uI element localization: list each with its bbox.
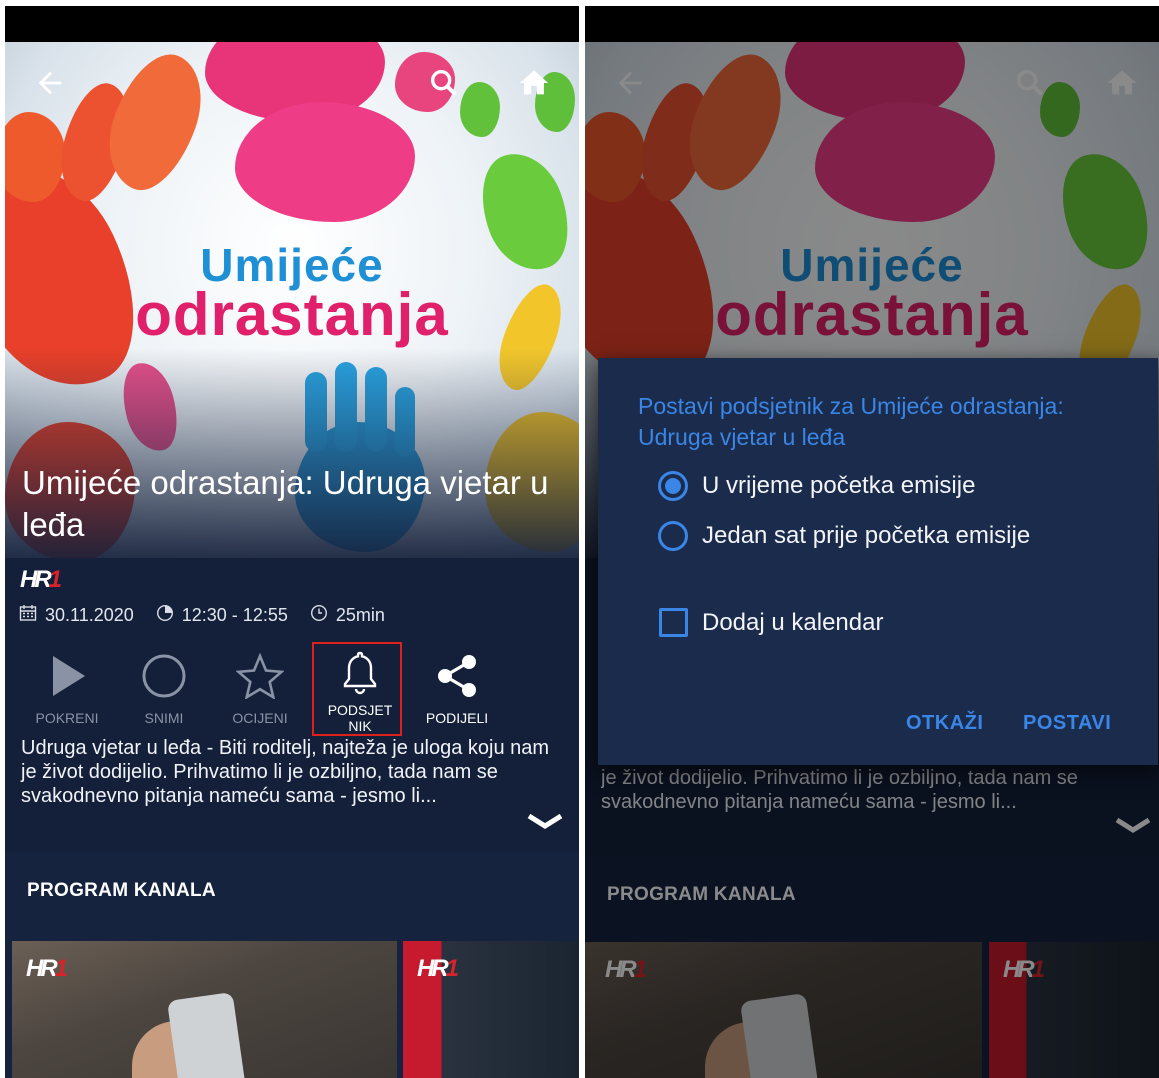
search-icon[interactable] xyxy=(427,66,461,100)
broadcast-meta: 30.11.2020 12:30 - 12:55 25min xyxy=(19,604,385,627)
record-button[interactable]: SNIMI xyxy=(118,646,210,726)
show-detail-screen-with-dialog: Umijeće odrastanja Udruga vjetar u leđa … xyxy=(585,6,1159,1078)
program-thumbnail[interactable]: HR1 xyxy=(12,941,397,1078)
dialog-title: Postavi podsjetnik za Umijeće odrastanja… xyxy=(638,393,1064,450)
star-icon xyxy=(214,646,306,706)
chevron-down-icon[interactable] xyxy=(525,812,565,832)
option-at-start-label: U vrijeme početka emisije xyxy=(702,472,976,499)
broadcast-time: 12:30 - 12:55 xyxy=(181,605,288,625)
reminder-highlight-box xyxy=(312,642,402,736)
option-at-start[interactable]: U vrijeme početka emisije xyxy=(658,471,975,501)
cancel-button[interactable]: OTKAŽI xyxy=(906,712,983,735)
program-thumbnail[interactable]: HR1 xyxy=(403,941,579,1078)
option-hour-before-label: Jedan sat prije početka emisije xyxy=(702,522,1031,549)
show-detail-screen: Umijeće odrastanja Umijeće odrastanja: U… xyxy=(5,6,579,1078)
record-circle-icon xyxy=(118,646,210,706)
back-arrow-icon[interactable] xyxy=(33,66,67,100)
set-reminder-button[interactable]: POSTAVI xyxy=(1023,712,1111,735)
channel-logo: HR1 xyxy=(26,955,68,982)
status-bar xyxy=(5,6,579,42)
time-pie-icon xyxy=(156,604,174,627)
play-icon xyxy=(21,646,113,706)
rate-button[interactable]: OCIJENI xyxy=(214,646,306,726)
share-icon xyxy=(411,646,503,706)
add-to-calendar-label: Dodaj u kalendar xyxy=(702,608,884,636)
clock-icon xyxy=(310,604,328,627)
broadcast-date: 30.11.2020 xyxy=(45,605,134,625)
channel-program-section: PROGRAM KANALA HR1 HR1 xyxy=(5,852,579,1078)
add-to-calendar-option[interactable]: Dodaj u kalendar xyxy=(659,608,883,637)
section-title: PROGRAM KANALA xyxy=(27,880,216,901)
show-description: Udruga vjetar u leđa - Biti roditelj, na… xyxy=(21,737,550,807)
hero-title-line2: odrastanja xyxy=(135,281,449,348)
radio-unselected[interactable] xyxy=(658,521,688,551)
action-bar: POKRENI SNIMI OCIJENI PODSJET NIK PODIJEL… xyxy=(19,646,575,734)
radio-selected[interactable] xyxy=(658,471,688,501)
calendar-icon xyxy=(19,604,37,627)
show-title: Umijeće odrastanja: Udruga vjetar u leđa xyxy=(22,464,549,543)
channel-logo: HR1 xyxy=(417,955,459,982)
reminder-dialog: Postavi podsjetnik za Umijeće odrastanja… xyxy=(598,358,1158,765)
option-hour-before[interactable]: Jedan sat prije početka emisije xyxy=(658,521,1030,551)
play-button[interactable]: POKRENI xyxy=(21,646,113,726)
channel-logo: HR1 xyxy=(20,566,62,593)
share-button[interactable]: PODIJELI xyxy=(411,646,503,726)
checkbox-unchecked[interactable] xyxy=(659,608,688,637)
home-icon[interactable] xyxy=(517,66,551,100)
broadcast-duration: 25min xyxy=(335,605,385,625)
